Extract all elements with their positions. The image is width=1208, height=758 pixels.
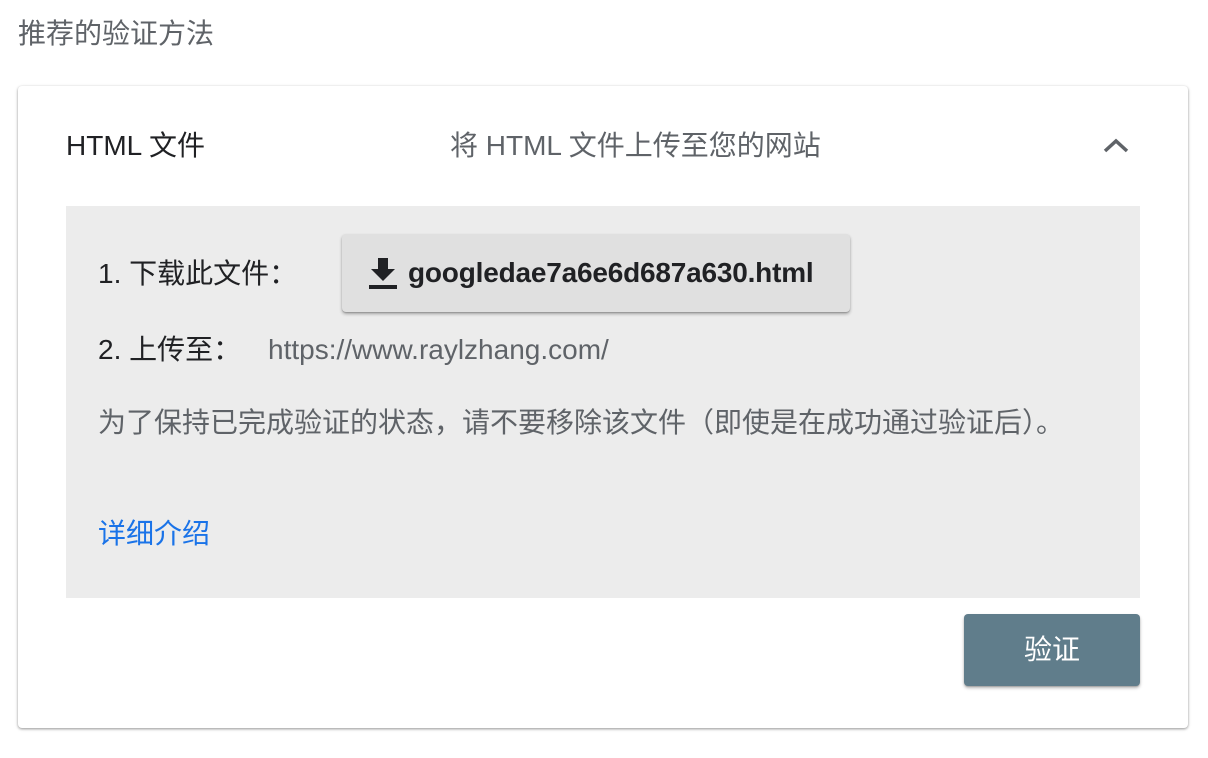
collapse-button[interactable] <box>1096 126 1136 166</box>
chevron-up-icon <box>1103 138 1129 153</box>
step-download-label: 1. 下载此文件： <box>98 258 298 289</box>
learn-more-link[interactable]: 详细介绍 <box>98 514 210 554</box>
method-name: HTML 文件 <box>66 130 205 161</box>
method-header[interactable]: HTML 文件 将 HTML 文件上传至您的网站 <box>18 86 1188 206</box>
step-upload-label: 2. 上传至： <box>98 334 242 365</box>
verification-method-card: HTML 文件 将 HTML 文件上传至您的网站 1. 下载此文件： googl… <box>18 86 1188 728</box>
verify-button[interactable]: 验证 <box>964 614 1140 686</box>
section-title: 推荐的验证方法 <box>18 18 215 49</box>
keep-file-note: 为了保持已完成验证的状态，请不要移除该文件（即使是在成功通过验证后）。 <box>98 407 1065 438</box>
download-file-button[interactable]: googledae7a6e6d687a630.html <box>342 234 850 312</box>
method-description: 将 HTML 文件上传至您的网站 <box>450 130 821 161</box>
download-icon <box>366 253 400 293</box>
download-filename: googledae7a6e6d687a630.html <box>408 257 814 288</box>
site-url: https://www.raylzhang.com/ <box>268 334 609 365</box>
method-details-panel: 1. 下载此文件： googledae7a6e6d687a630.html 2.… <box>66 206 1140 598</box>
